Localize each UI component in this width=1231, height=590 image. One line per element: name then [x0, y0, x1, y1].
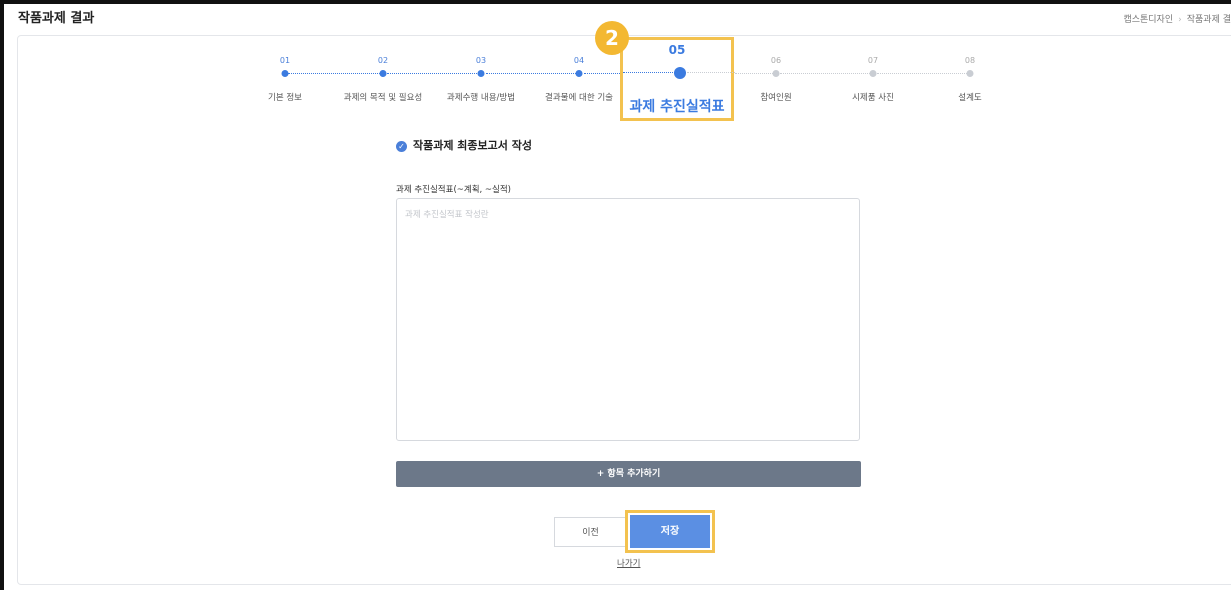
step-2-label[interactable]: 과제의 목적 및 필요성: [344, 91, 423, 103]
section-heading: ✓ 작품과제 최종보고서 작성: [396, 137, 532, 153]
step-connector: [735, 73, 773, 74]
step-1-dot[interactable]: [281, 70, 289, 77]
step-connector: [288, 73, 380, 74]
exit-link[interactable]: 나가기: [617, 557, 640, 569]
prev-button[interactable]: 이전: [554, 517, 627, 547]
step-4-dot[interactable]: [575, 70, 583, 77]
step-2-number: 02: [377, 56, 389, 65]
step-connector: [877, 73, 969, 74]
step-8-label[interactable]: 설계도: [958, 91, 981, 103]
field-label: 과제 추진실적표(~계획, ~실적): [396, 185, 512, 195]
step-7-number: 07: [867, 56, 879, 65]
step-5-number: 05: [668, 43, 686, 57]
step-connector: [687, 72, 735, 73]
step-4-number: 04: [573, 56, 585, 65]
add-item-button[interactable]: + 항목 추가하기: [396, 461, 861, 487]
step-connector: [486, 73, 576, 74]
step-connector: [780, 73, 870, 74]
step-7-label[interactable]: 시제품 사진: [852, 91, 894, 103]
save-button[interactable]: 저장: [630, 515, 710, 548]
step-6-number: 06: [770, 56, 782, 65]
step-6-dot[interactable]: [772, 70, 780, 77]
step-5-label[interactable]: 과제 추진실적표: [623, 96, 731, 116]
step-3-number: 03: [475, 56, 487, 65]
save-button-highlight: 저장: [625, 510, 715, 553]
current-step-highlight[interactable]: 05 과제 추진실적표: [620, 37, 735, 121]
step-2-dot[interactable]: [379, 70, 387, 77]
step-5-dot[interactable]: [674, 67, 686, 79]
step-3-label[interactable]: 과제수행 내용/방법: [447, 91, 515, 103]
step-6-label[interactable]: 참여인원: [760, 91, 791, 103]
step-3-dot[interactable]: [477, 70, 485, 77]
step-4-label[interactable]: 결과물에 대한 기술: [545, 91, 613, 103]
step-7-dot[interactable]: [869, 70, 877, 77]
step-1-label[interactable]: 기본 정보: [268, 91, 302, 103]
callout-number-badge: 2: [595, 21, 629, 55]
step-connector: [584, 73, 620, 74]
step-8-dot[interactable]: [966, 70, 974, 77]
progress-stepper: 01 기본 정보 02 과제의 목적 및 필요성 03 과제수행 내용/방법 0…: [0, 0, 1231, 130]
step-1-number: 01: [279, 56, 291, 65]
performance-table-textarea[interactable]: [396, 198, 860, 441]
step-connector: [387, 73, 479, 74]
check-circle-icon: ✓: [396, 140, 407, 152]
section-heading-text: 작품과제 최종보고서 작성: [413, 139, 532, 152]
step-8-number: 08: [964, 56, 976, 65]
step-connector: [623, 72, 673, 73]
